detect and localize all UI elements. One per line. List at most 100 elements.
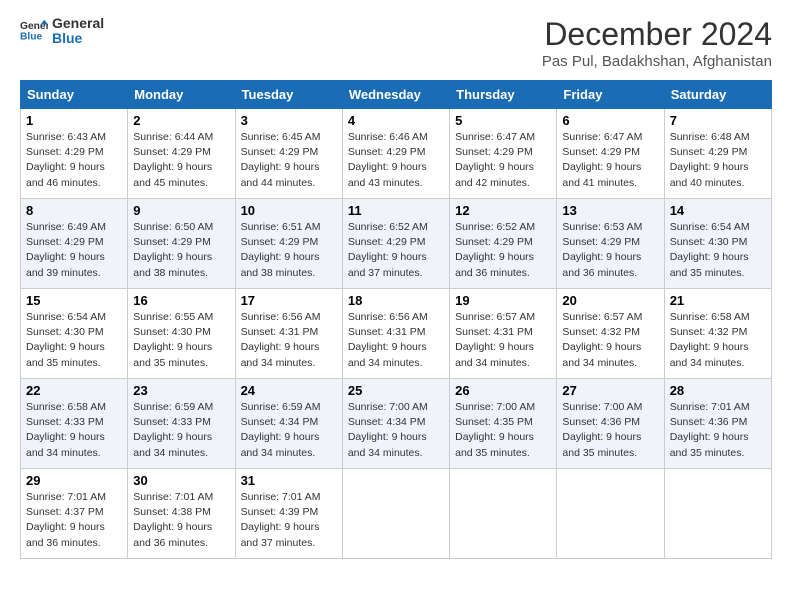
day-number: 23: [133, 383, 229, 398]
day-detail: Sunrise: 6:53 AMSunset: 4:29 PMDaylight:…: [562, 221, 642, 279]
table-cell: 17Sunrise: 6:56 AMSunset: 4:31 PMDayligh…: [235, 289, 342, 379]
col-tuesday: Tuesday: [235, 81, 342, 109]
day-detail: Sunrise: 7:01 AMSunset: 4:37 PMDaylight:…: [26, 491, 106, 549]
table-cell: 5 Sunrise: 6:47 AMSunset: 4:29 PMDaylight…: [450, 109, 557, 199]
col-friday: Friday: [557, 81, 664, 109]
col-sunday: Sunday: [21, 81, 128, 109]
table-cell: 3 Sunrise: 6:45 AMSunset: 4:29 PMDaylight…: [235, 109, 342, 199]
table-cell: 21 Sunrise: 6:58 AMSunset: 4:32 PMDayligh…: [664, 289, 771, 379]
table-cell: 8 Sunrise: 6:49 AMSunset: 4:29 PMDaylight…: [21, 199, 128, 289]
calendar-week-row: 8 Sunrise: 6:49 AMSunset: 4:29 PMDaylight…: [21, 199, 772, 289]
day-detail: Sunrise: 6:52 AMSunset: 4:29 PMDaylight:…: [455, 221, 535, 279]
table-cell: 12Sunrise: 6:52 AMSunset: 4:29 PMDayligh…: [450, 199, 557, 289]
logo: General Blue General Blue: [20, 16, 104, 47]
day-number: 24: [241, 383, 337, 398]
day-detail: Sunrise: 6:44 AMSunset: 4:29 PMDaylight:…: [133, 131, 213, 189]
logo-text-blue: Blue: [52, 31, 104, 46]
day-number: 31: [241, 473, 337, 488]
day-number: 21: [670, 293, 766, 308]
day-number: 14: [670, 203, 766, 218]
table-cell: 22 Sunrise: 6:58 AMSunset: 4:33 PMDayligh…: [21, 379, 128, 469]
day-number: 25: [348, 383, 444, 398]
day-number: 4: [348, 113, 444, 128]
day-detail: Sunrise: 6:48 AMSunset: 4:29 PMDaylight:…: [670, 131, 750, 189]
day-number: 13: [562, 203, 658, 218]
day-detail: Sunrise: 7:00 AMSunset: 4:36 PMDaylight:…: [562, 401, 642, 459]
calendar-week-row: 15 Sunrise: 6:54 AMSunset: 4:30 PMDayligh…: [21, 289, 772, 379]
table-cell: 24Sunrise: 6:59 AMSunset: 4:34 PMDayligh…: [235, 379, 342, 469]
col-monday: Monday: [128, 81, 235, 109]
day-number: 2: [133, 113, 229, 128]
day-detail: Sunrise: 7:00 AMSunset: 4:35 PMDaylight:…: [455, 401, 535, 459]
day-number: 20: [562, 293, 658, 308]
col-thursday: Thursday: [450, 81, 557, 109]
day-number: 28: [670, 383, 766, 398]
table-cell: 9Sunrise: 6:50 AMSunset: 4:29 PMDaylight…: [128, 199, 235, 289]
day-detail: Sunrise: 6:57 AMSunset: 4:32 PMDaylight:…: [562, 311, 642, 369]
day-detail: Sunrise: 6:58 AMSunset: 4:32 PMDaylight:…: [670, 311, 750, 369]
day-number: 30: [133, 473, 229, 488]
title-area: December 2024 Pas Pul, Badakhshan, Afgha…: [542, 16, 772, 70]
day-detail: Sunrise: 7:01 AMSunset: 4:38 PMDaylight:…: [133, 491, 213, 549]
table-cell: [664, 469, 771, 559]
day-detail: Sunrise: 7:01 AMSunset: 4:39 PMDaylight:…: [241, 491, 321, 549]
table-cell: 7Sunrise: 6:48 AMSunset: 4:29 PMDaylight…: [664, 109, 771, 199]
col-saturday: Saturday: [664, 81, 771, 109]
day-detail: Sunrise: 6:56 AMSunset: 4:31 PMDaylight:…: [348, 311, 428, 369]
day-number: 8: [26, 203, 122, 218]
table-cell: 16 Sunrise: 6:55 AMSunset: 4:30 PMDayligh…: [128, 289, 235, 379]
table-cell: 18Sunrise: 6:56 AMSunset: 4:31 PMDayligh…: [342, 289, 449, 379]
table-cell: [342, 469, 449, 559]
day-detail: Sunrise: 6:55 AMSunset: 4:30 PMDaylight:…: [133, 311, 213, 369]
day-number: 27: [562, 383, 658, 398]
day-number: 22: [26, 383, 122, 398]
day-detail: Sunrise: 6:52 AMSunset: 4:29 PMDaylight:…: [348, 221, 428, 279]
calendar-header-row: Sunday Monday Tuesday Wednesday Thursday…: [21, 81, 772, 109]
day-number: 1: [26, 113, 122, 128]
table-cell: [557, 469, 664, 559]
calendar-subtitle: Pas Pul, Badakhshan, Afghanistan: [542, 53, 772, 70]
table-cell: 27 Sunrise: 7:00 AMSunset: 4:36 PMDayligh…: [557, 379, 664, 469]
day-detail: Sunrise: 6:49 AMSunset: 4:29 PMDaylight:…: [26, 221, 106, 279]
col-wednesday: Wednesday: [342, 81, 449, 109]
day-number: 15: [26, 293, 122, 308]
table-cell: 6Sunrise: 6:47 AMSunset: 4:29 PMDaylight…: [557, 109, 664, 199]
day-detail: Sunrise: 6:45 AMSunset: 4:29 PMDaylight:…: [241, 131, 321, 189]
table-cell: 29Sunrise: 7:01 AMSunset: 4:37 PMDayligh…: [21, 469, 128, 559]
day-number: 26: [455, 383, 551, 398]
calendar-week-row: 22 Sunrise: 6:58 AMSunset: 4:33 PMDayligh…: [21, 379, 772, 469]
table-cell: 20 Sunrise: 6:57 AMSunset: 4:32 PMDayligh…: [557, 289, 664, 379]
day-detail: Sunrise: 6:58 AMSunset: 4:33 PMDaylight:…: [26, 401, 106, 459]
day-detail: Sunrise: 6:57 AMSunset: 4:31 PMDaylight:…: [455, 311, 535, 369]
day-number: 16: [133, 293, 229, 308]
day-number: 5: [455, 113, 551, 128]
table-cell: 14 Sunrise: 6:54 AMSunset: 4:30 PMDayligh…: [664, 199, 771, 289]
day-detail: Sunrise: 6:47 AMSunset: 4:29 PMDaylight:…: [455, 131, 535, 189]
day-detail: Sunrise: 7:00 AMSunset: 4:34 PMDaylight:…: [348, 401, 428, 459]
day-number: 3: [241, 113, 337, 128]
table-cell: 11 Sunrise: 6:52 AMSunset: 4:29 PMDayligh…: [342, 199, 449, 289]
day-number: 17: [241, 293, 337, 308]
table-cell: 15 Sunrise: 6:54 AMSunset: 4:30 PMDayligh…: [21, 289, 128, 379]
table-cell: 13 Sunrise: 6:53 AMSunset: 4:29 PMDayligh…: [557, 199, 664, 289]
day-detail: Sunrise: 7:01 AMSunset: 4:36 PMDaylight:…: [670, 401, 750, 459]
day-number: 9: [133, 203, 229, 218]
table-cell: 10 Sunrise: 6:51 AMSunset: 4:29 PMDayligh…: [235, 199, 342, 289]
logo-icon: General Blue: [20, 17, 48, 45]
day-detail: Sunrise: 6:51 AMSunset: 4:29 PMDaylight:…: [241, 221, 321, 279]
day-number: 6: [562, 113, 658, 128]
table-cell: 23 Sunrise: 6:59 AMSunset: 4:33 PMDayligh…: [128, 379, 235, 469]
table-cell: 19Sunrise: 6:57 AMSunset: 4:31 PMDayligh…: [450, 289, 557, 379]
table-cell: 26 Sunrise: 7:00 AMSunset: 4:35 PMDayligh…: [450, 379, 557, 469]
table-cell: 28 Sunrise: 7:01 AMSunset: 4:36 PMDayligh…: [664, 379, 771, 469]
day-detail: Sunrise: 6:43 AMSunset: 4:29 PMDaylight:…: [26, 131, 106, 189]
day-number: 11: [348, 203, 444, 218]
day-detail: Sunrise: 6:54 AMSunset: 4:30 PMDaylight:…: [26, 311, 106, 369]
day-detail: Sunrise: 6:54 AMSunset: 4:30 PMDaylight:…: [670, 221, 750, 279]
day-number: 10: [241, 203, 337, 218]
svg-text:Blue: Blue: [20, 32, 43, 43]
table-cell: 31 Sunrise: 7:01 AMSunset: 4:39 PMDayligh…: [235, 469, 342, 559]
calendar-week-row: 1 Sunrise: 6:43 AMSunset: 4:29 PMDaylight…: [21, 109, 772, 199]
day-detail: Sunrise: 6:59 AMSunset: 4:33 PMDaylight:…: [133, 401, 213, 459]
table-cell: 2 Sunrise: 6:44 AMSunset: 4:29 PMDaylight…: [128, 109, 235, 199]
